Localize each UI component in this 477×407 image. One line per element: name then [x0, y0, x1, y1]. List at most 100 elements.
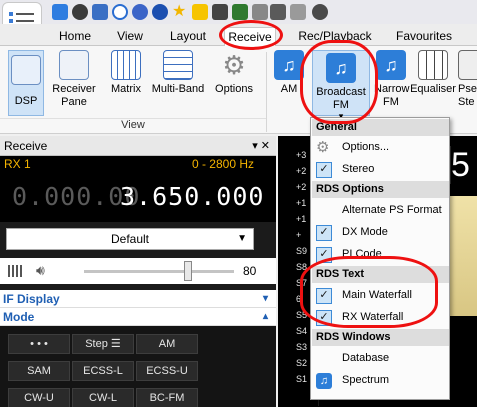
tab-home[interactable]: Home	[50, 27, 100, 46]
menu-item-spectrum[interactable]: ♫ Spectrum	[312, 370, 449, 391]
folder-icon[interactable]	[92, 4, 108, 20]
camera-icon[interactable]	[212, 4, 228, 20]
menu-item-label: Alternate PS Format	[342, 204, 442, 216]
profile-select-value: Default	[110, 232, 150, 246]
mode-cw-l-button[interactable]: CW-L	[72, 388, 134, 407]
menu-item-label: Options...	[342, 141, 390, 153]
receive-panel-title: Receive ▾ ✕	[0, 136, 276, 156]
equaliser-label: Equaliser	[410, 83, 456, 95]
check-icon: ✓	[316, 225, 332, 241]
if-display-label: IF Display	[3, 292, 60, 306]
app-window: { "tabs": ["Home", "View", "Layout", "Re…	[0, 0, 477, 407]
options-button[interactable]: ⚙ Options	[210, 50, 258, 96]
speaker-icon[interactable]	[312, 4, 328, 20]
music-note-icon: ♫	[316, 373, 332, 389]
chevron-up-icon: ▴	[262, 311, 268, 322]
menu-item-dx-mode[interactable]: ✓ DX Mode	[312, 222, 449, 243]
receive-panel: Receive ▾ ✕ RX 1 0 - 2800 Hz 0.000.00 3.…	[0, 136, 276, 407]
equaliser-button[interactable]: Equaliser	[408, 50, 458, 96]
gear-icon: ⚙	[316, 139, 330, 156]
add-icon[interactable]	[152, 4, 168, 20]
multi-band-button[interactable]: Multi-Band	[150, 50, 206, 96]
mode-buttons-area: • • • Step ☰ AM SAM ECSS-L ECSS-U CW-U C…	[0, 326, 276, 407]
rx-label: RX 1	[4, 157, 31, 171]
narrow-fm-button[interactable]: ♫ Narrow FM	[374, 50, 410, 109]
equaliser-icon	[418, 50, 448, 80]
home-icon[interactable]	[52, 4, 68, 20]
if-display-section[interactable]: IF Display ▾	[0, 290, 276, 308]
matrix-icon	[111, 50, 141, 80]
menu-item-label: Spectrum	[342, 374, 390, 386]
receiver-pane-button[interactable]: Receiver Pane	[50, 50, 98, 109]
mode-bc-fm-button[interactable]: BC-FM	[136, 388, 198, 407]
marker-icon[interactable]	[232, 4, 248, 20]
menu-header-rds-options: RDS Options	[312, 181, 449, 198]
speaker-icon[interactable]: 🔊︎	[36, 262, 45, 279]
menu-item-label: DX Mode	[342, 226, 388, 238]
antenna-icon[interactable]	[252, 4, 268, 20]
mode-ecss-l-button[interactable]: ECSS-L	[72, 361, 134, 381]
menu-item-alternate-ps-format[interactable]: Alternate PS Format	[312, 200, 449, 221]
dsp-icon	[11, 55, 41, 85]
wave-icon[interactable]	[290, 4, 306, 20]
bandwidth-label: 0 - 2800 Hz	[191, 157, 254, 171]
tab-favourites[interactable]: Favourites	[386, 27, 462, 46]
rx-status-bar: RX 1 0 - 2800 Hz	[0, 156, 276, 172]
menu-item-label: Database	[342, 352, 390, 364]
mode-more-button[interactable]: • • •	[8, 334, 70, 354]
mode-sam-button[interactable]: SAM	[8, 361, 70, 381]
ribbon-separator	[266, 52, 267, 132]
star-icon[interactable]: ★	[172, 4, 188, 20]
volume-value: 80	[243, 264, 257, 278]
matrix-label: Matrix	[111, 83, 141, 95]
music-note-icon: ♫	[376, 50, 406, 80]
narrow-fm-label: Narrow FM	[374, 83, 410, 108]
volume-slider-thumb[interactable]	[184, 261, 192, 281]
volume-slider-track[interactable]	[84, 270, 234, 273]
menu-item-database[interactable]: Database	[312, 348, 449, 369]
play-icon[interactable]	[112, 4, 128, 20]
profile-select[interactable]: Default ▼	[6, 228, 254, 250]
tab-layout[interactable]: Layout	[162, 27, 214, 46]
volume-row: 🔊︎ 80	[0, 258, 276, 284]
menu-item-stereo[interactable]: ✓ Stereo	[312, 159, 449, 180]
mode-label: Mode	[3, 310, 35, 324]
gear-icon: ⚙	[222, 50, 246, 80]
dsp-button[interactable]: DSP	[8, 50, 44, 116]
annotation-rds-text	[300, 256, 438, 328]
chevron-down-icon: ▼	[237, 233, 247, 244]
mode-ecss-u-button[interactable]: ECSS-U	[136, 361, 198, 381]
frequency-display[interactable]: 0.000.00 3.650.000	[0, 172, 276, 222]
multi-band-icon	[163, 50, 193, 80]
menu-item-options[interactable]: ⚙ Options...	[312, 137, 449, 158]
mode-am-button[interactable]: AM	[136, 334, 198, 354]
smeter-digit: 5	[450, 146, 477, 184]
panel-pin-close-icon[interactable]: ▾ ✕	[252, 136, 270, 156]
dsp-label: DSP	[14, 95, 38, 107]
multi-band-label: Multi-Band	[151, 83, 205, 95]
mode-section[interactable]: Mode ▴	[0, 308, 276, 326]
pseudo-stereo-button[interactable]: Pse Ste	[458, 50, 477, 109]
mode-step-button[interactable]: Step ☰	[72, 334, 134, 354]
frequency-digits: 3.650.000	[120, 182, 265, 211]
annotation-receive-tab	[219, 20, 283, 50]
receiver-pane-icon	[59, 50, 89, 80]
chevron-down-icon: ▾	[262, 293, 268, 304]
annotation-broadcast-fm	[300, 40, 378, 124]
options-label: Options	[215, 83, 253, 95]
users-icon[interactable]	[72, 4, 88, 20]
mode-cw-u-button[interactable]: CW-U	[8, 388, 70, 407]
matrix-button[interactable]: Matrix	[104, 50, 148, 96]
record-icon[interactable]	[270, 4, 286, 20]
panel-title-text: Receive	[4, 139, 48, 153]
check-icon: ✓	[316, 162, 332, 178]
bell-icon[interactable]	[192, 4, 208, 20]
view-group-label: View	[0, 118, 266, 134]
menu-header-rds-windows: RDS Windows	[312, 329, 449, 346]
tab-view[interactable]: View	[108, 27, 152, 46]
stop-icon[interactable]	[132, 4, 148, 20]
menu-item-label: Stereo	[342, 163, 375, 175]
pseudo-stereo-label: Pse Ste	[458, 83, 477, 108]
level-meter-icon	[8, 265, 22, 277]
receiver-pane-label: Receiver Pane	[52, 83, 96, 108]
